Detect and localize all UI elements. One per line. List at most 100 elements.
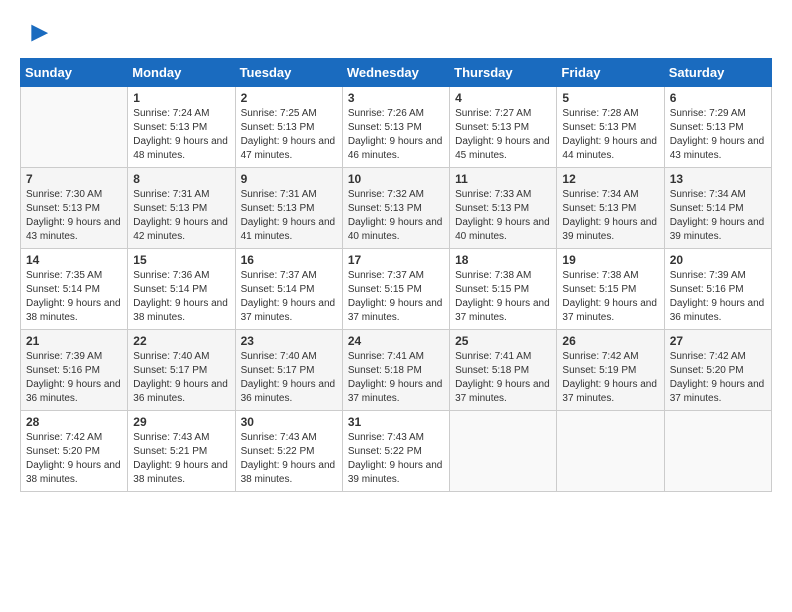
- day-info: Sunrise: 7:42 AMSunset: 5:20 PMDaylight:…: [670, 350, 766, 406]
- day-info: Sunrise: 7:40 AMSunset: 5:17 PMDaylight:…: [241, 350, 337, 406]
- calendar-cell: 25 Sunrise: 7:41 AMSunset: 5:18 PMDayligh…: [450, 330, 557, 411]
- calendar-cell: [21, 87, 128, 168]
- weekday-header-row: SundayMondayTuesdayWednesdayThursdayFrid…: [21, 59, 772, 87]
- day-number: 18: [455, 253, 551, 267]
- calendar-week-row: 14 Sunrise: 7:35 AMSunset: 5:14 PMDayligh…: [21, 249, 772, 330]
- day-number: 11: [455, 172, 551, 186]
- calendar-cell: [450, 411, 557, 492]
- weekday-header-monday: Monday: [128, 59, 235, 87]
- day-info: Sunrise: 7:31 AMSunset: 5:13 PMDaylight:…: [241, 188, 337, 244]
- day-info: Sunrise: 7:34 AMSunset: 5:13 PMDaylight:…: [562, 188, 658, 244]
- day-info: Sunrise: 7:42 AMSunset: 5:20 PMDaylight:…: [26, 431, 122, 487]
- day-info: Sunrise: 7:30 AMSunset: 5:13 PMDaylight:…: [26, 188, 122, 244]
- day-number: 28: [26, 415, 122, 429]
- day-info: Sunrise: 7:43 AMSunset: 5:22 PMDaylight:…: [348, 431, 444, 487]
- day-info: Sunrise: 7:39 AMSunset: 5:16 PMDaylight:…: [670, 269, 766, 325]
- day-number: 6: [670, 91, 766, 105]
- calendar-cell: 1 Sunrise: 7:24 AMSunset: 5:13 PMDaylight…: [128, 87, 235, 168]
- day-number: 14: [26, 253, 122, 267]
- calendar-cell: 15 Sunrise: 7:36 AMSunset: 5:14 PMDayligh…: [128, 249, 235, 330]
- calendar-cell: 10 Sunrise: 7:32 AMSunset: 5:13 PMDayligh…: [342, 168, 449, 249]
- day-info: Sunrise: 7:25 AMSunset: 5:13 PMDaylight:…: [241, 107, 337, 163]
- calendar-cell: 4 Sunrise: 7:27 AMSunset: 5:13 PMDaylight…: [450, 87, 557, 168]
- weekday-header-sunday: Sunday: [21, 59, 128, 87]
- day-number: 31: [348, 415, 444, 429]
- calendar-cell: 22 Sunrise: 7:40 AMSunset: 5:17 PMDayligh…: [128, 330, 235, 411]
- day-number: 24: [348, 334, 444, 348]
- weekday-header-friday: Friday: [557, 59, 664, 87]
- calendar-cell: 19 Sunrise: 7:38 AMSunset: 5:15 PMDayligh…: [557, 249, 664, 330]
- day-info: Sunrise: 7:24 AMSunset: 5:13 PMDaylight:…: [133, 107, 229, 163]
- day-number: 5: [562, 91, 658, 105]
- day-info: Sunrise: 7:31 AMSunset: 5:13 PMDaylight:…: [133, 188, 229, 244]
- day-info: Sunrise: 7:37 AMSunset: 5:14 PMDaylight:…: [241, 269, 337, 325]
- day-number: 2: [241, 91, 337, 105]
- calendar-cell: 23 Sunrise: 7:40 AMSunset: 5:17 PMDayligh…: [235, 330, 342, 411]
- weekday-header-thursday: Thursday: [450, 59, 557, 87]
- calendar-week-row: 21 Sunrise: 7:39 AMSunset: 5:16 PMDayligh…: [21, 330, 772, 411]
- day-number: 9: [241, 172, 337, 186]
- day-info: Sunrise: 7:42 AMSunset: 5:19 PMDaylight:…: [562, 350, 658, 406]
- calendar-week-row: 28 Sunrise: 7:42 AMSunset: 5:20 PMDayligh…: [21, 411, 772, 492]
- calendar-cell: 24 Sunrise: 7:41 AMSunset: 5:18 PMDayligh…: [342, 330, 449, 411]
- calendar-cell: 30Sunrise: 7:43 AMSunset: 5:22 PMDayligh…: [235, 411, 342, 492]
- calendar-cell: 9 Sunrise: 7:31 AMSunset: 5:13 PMDaylight…: [235, 168, 342, 249]
- logo: [20, 20, 50, 48]
- day-info: Sunrise: 7:38 AMSunset: 5:15 PMDaylight:…: [455, 269, 551, 325]
- day-info: Sunrise: 7:26 AMSunset: 5:13 PMDaylight:…: [348, 107, 444, 163]
- day-info: Sunrise: 7:36 AMSunset: 5:14 PMDaylight:…: [133, 269, 229, 325]
- day-number: 21: [26, 334, 122, 348]
- day-number: 23: [241, 334, 337, 348]
- calendar-cell: 14 Sunrise: 7:35 AMSunset: 5:14 PMDayligh…: [21, 249, 128, 330]
- day-number: 12: [562, 172, 658, 186]
- day-number: 20: [670, 253, 766, 267]
- day-info: Sunrise: 7:43 AMSunset: 5:22 PMDaylight:…: [241, 431, 337, 487]
- day-number: 29: [133, 415, 229, 429]
- calendar-cell: 21 Sunrise: 7:39 AMSunset: 5:16 PMDayligh…: [21, 330, 128, 411]
- calendar-cell: 2 Sunrise: 7:25 AMSunset: 5:13 PMDaylight…: [235, 87, 342, 168]
- day-number: 13: [670, 172, 766, 186]
- page-header: [20, 20, 772, 48]
- day-number: 26: [562, 334, 658, 348]
- calendar-cell: 18 Sunrise: 7:38 AMSunset: 5:15 PMDayligh…: [450, 249, 557, 330]
- weekday-header-tuesday: Tuesday: [235, 59, 342, 87]
- calendar-cell: 8 Sunrise: 7:31 AMSunset: 5:13 PMDaylight…: [128, 168, 235, 249]
- day-info: Sunrise: 7:34 AMSunset: 5:14 PMDaylight:…: [670, 188, 766, 244]
- day-info: Sunrise: 7:29 AMSunset: 5:13 PMDaylight:…: [670, 107, 766, 163]
- day-number: 7: [26, 172, 122, 186]
- day-number: 3: [348, 91, 444, 105]
- calendar-cell: 13 Sunrise: 7:34 AMSunset: 5:14 PMDayligh…: [664, 168, 771, 249]
- day-number: 19: [562, 253, 658, 267]
- day-info: Sunrise: 7:33 AMSunset: 5:13 PMDaylight:…: [455, 188, 551, 244]
- calendar-table: SundayMondayTuesdayWednesdayThursdayFrid…: [20, 58, 772, 492]
- day-number: 15: [133, 253, 229, 267]
- day-number: 16: [241, 253, 337, 267]
- calendar-cell: 5 Sunrise: 7:28 AMSunset: 5:13 PMDaylight…: [557, 87, 664, 168]
- calendar-cell: 26 Sunrise: 7:42 AMSunset: 5:19 PMDayligh…: [557, 330, 664, 411]
- calendar-cell: 6 Sunrise: 7:29 AMSunset: 5:13 PMDaylight…: [664, 87, 771, 168]
- day-info: Sunrise: 7:39 AMSunset: 5:16 PMDaylight:…: [26, 350, 122, 406]
- calendar-cell: 29 Sunrise: 7:43 AMSunset: 5:21 PMDayligh…: [128, 411, 235, 492]
- calendar-cell: [664, 411, 771, 492]
- day-number: 1: [133, 91, 229, 105]
- day-info: Sunrise: 7:27 AMSunset: 5:13 PMDaylight:…: [455, 107, 551, 163]
- calendar-cell: 11 Sunrise: 7:33 AMSunset: 5:13 PMDayligh…: [450, 168, 557, 249]
- day-info: Sunrise: 7:28 AMSunset: 5:13 PMDaylight:…: [562, 107, 658, 163]
- day-info: Sunrise: 7:41 AMSunset: 5:18 PMDaylight:…: [455, 350, 551, 406]
- day-number: 4: [455, 91, 551, 105]
- day-number: 17: [348, 253, 444, 267]
- day-info: Sunrise: 7:37 AMSunset: 5:15 PMDaylight:…: [348, 269, 444, 325]
- day-number: 8: [133, 172, 229, 186]
- day-info: Sunrise: 7:40 AMSunset: 5:17 PMDaylight:…: [133, 350, 229, 406]
- day-number: 10: [348, 172, 444, 186]
- calendar-cell: 3 Sunrise: 7:26 AMSunset: 5:13 PMDaylight…: [342, 87, 449, 168]
- calendar-cell: 27 Sunrise: 7:42 AMSunset: 5:20 PMDayligh…: [664, 330, 771, 411]
- day-info: Sunrise: 7:32 AMSunset: 5:13 PMDaylight:…: [348, 188, 444, 244]
- day-number: 25: [455, 334, 551, 348]
- day-info: Sunrise: 7:41 AMSunset: 5:18 PMDaylight:…: [348, 350, 444, 406]
- day-number: 27: [670, 334, 766, 348]
- day-info: Sunrise: 7:43 AMSunset: 5:21 PMDaylight:…: [133, 431, 229, 487]
- day-info: Sunrise: 7:35 AMSunset: 5:14 PMDaylight:…: [26, 269, 122, 325]
- day-number: 22: [133, 334, 229, 348]
- day-info: Sunrise: 7:38 AMSunset: 5:15 PMDaylight:…: [562, 269, 658, 325]
